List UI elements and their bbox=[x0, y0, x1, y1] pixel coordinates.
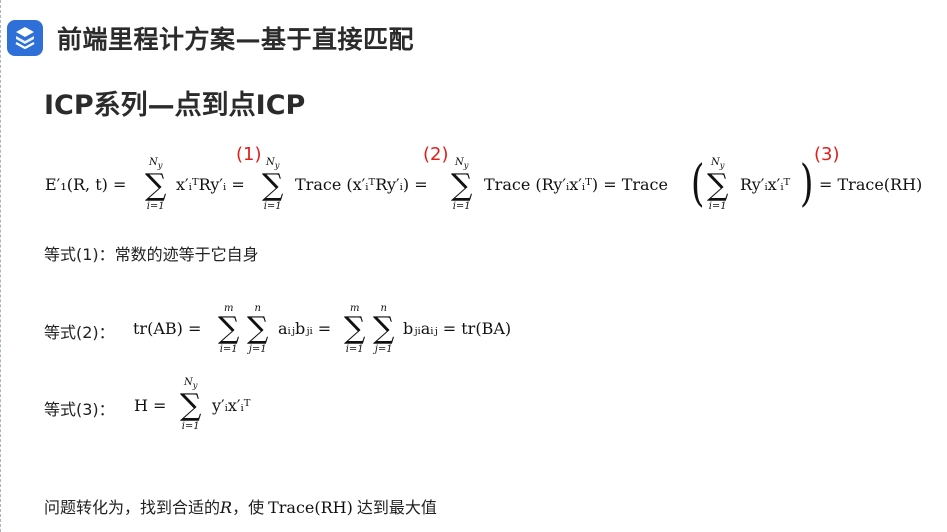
sum-symbol: m ∑ i=1 bbox=[344, 303, 366, 355]
left-dashed-rule bbox=[0, 0, 1, 532]
sum-symbol: n ∑ j=1 bbox=[373, 303, 395, 355]
sum-symbol: m ∑ i=1 bbox=[218, 303, 240, 355]
equation-term-1: x′ᵢᵀRy′ᵢ = bbox=[176, 175, 245, 194]
sum-symbol: n ∑ j=1 bbox=[247, 303, 269, 355]
right-paren: ) bbox=[799, 154, 814, 212]
left-paren: ( bbox=[690, 154, 705, 212]
sum-symbol: Ny ∑ i=1 bbox=[451, 157, 473, 212]
sum-symbol: Ny ∑ i=1 bbox=[707, 157, 729, 212]
equation-term-4: Ry′ᵢx′ᵢᵀ bbox=[740, 175, 791, 194]
eq3-label: 等式(3)： bbox=[44, 400, 115, 419]
eq2-label: 等式(2)： bbox=[44, 323, 115, 342]
equation-lhs: E′₁(R, t) = bbox=[45, 175, 127, 194]
eq1-note: 等式(1)：常数的迹等于它自身 bbox=[44, 245, 259, 264]
equation-term-3: Trace (Ry′ᵢx′ᵢᵀ) = Trace bbox=[484, 175, 668, 194]
conclusion: 问题转化为，找到合适的 R ，使 Trace(RH) 达到最大值 bbox=[44, 498, 437, 517]
equation-term-2: Trace (x′ᵢᵀRy′ᵢ) = bbox=[295, 175, 428, 194]
sum-symbol: Ny ∑ i=1 bbox=[145, 157, 167, 212]
page-title: 前端里程计方案—基于直接匹配 bbox=[57, 25, 415, 54]
equation-marker-2: (2) bbox=[423, 144, 449, 165]
section-title: ICP系列—点到点ICP bbox=[44, 90, 306, 121]
equation-marker-3: (3) bbox=[814, 144, 840, 165]
equation-marker-1: (1) bbox=[236, 144, 262, 165]
header: 前端里程计方案—基于直接匹配 bbox=[7, 18, 414, 58]
sum-symbol: Ny ∑ i=1 bbox=[262, 157, 284, 212]
logo-icon bbox=[7, 20, 43, 56]
equation-term-5: = Trace(RH) bbox=[819, 175, 923, 194]
sum-symbol: Ny ∑ i=1 bbox=[180, 377, 202, 432]
